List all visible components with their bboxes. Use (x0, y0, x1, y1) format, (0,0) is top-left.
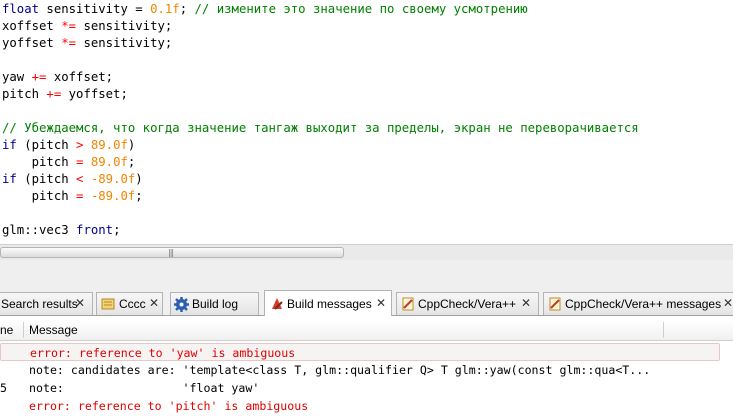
editor-horizontal-scrollbar[interactable]: ||| (0, 244, 733, 260)
tab-build-log[interactable]: Build log (170, 292, 259, 315)
code-token: sensitivity; (76, 19, 173, 33)
message-text: note: candidates are: 'template<class T,… (29, 363, 651, 377)
code-token: yoffset (2, 36, 62, 50)
cccc-icon (101, 297, 115, 314)
message-line-number: 5 (0, 381, 7, 395)
build-messages-list[interactable]: error: reference to 'yaw' is ambiguous no… (0, 341, 733, 416)
column-header-line[interactable]: ne (0, 323, 13, 337)
message-text: error: reference to 'pitch' is ambiguous (29, 399, 309, 413)
message-row[interactable]: 5 note: 'float yaw' (0, 379, 733, 397)
code-token: -89.0f (90, 189, 136, 203)
code-token: += (31, 70, 47, 84)
code-line[interactable]: if (pitch < -89.0f) (2, 171, 143, 188)
code-token: += (46, 87, 62, 101)
column-divider[interactable] (23, 322, 24, 338)
code-token: if (2, 172, 17, 186)
scrollbar-thumb[interactable]: ||| (0, 247, 344, 258)
code-token: (pitch (16, 172, 77, 186)
code-line[interactable]: pitch += yoffset; (2, 86, 128, 103)
code-editor[interactable]: float sensitivity = 0.1f; // измените эт… (0, 0, 733, 244)
code-token: glm::vec3 (2, 223, 77, 237)
code-token: 89.0f (90, 138, 128, 152)
tab-label: Cccc (119, 297, 146, 311)
code-token: if (2, 138, 17, 152)
column-header-message[interactable]: Message (29, 323, 78, 337)
tab-label: CppCheck/Vera++ (418, 297, 517, 311)
close-icon[interactable]: ✕ (723, 296, 733, 310)
code-line[interactable]: if (pitch > 89.0f) (2, 137, 135, 154)
code-token: *= (61, 19, 77, 33)
close-icon[interactable]: ✕ (376, 296, 386, 310)
scrollbar-grip-icon: ||| (168, 248, 174, 257)
tab-label: Build messages (287, 297, 372, 311)
panel-splitter[interactable] (0, 260, 733, 290)
tab-cppcheck-vera-messages[interactable]: CppCheck/Vera++ messages ✕ (543, 292, 733, 315)
code-token: xoffset (2, 19, 62, 33)
message-row[interactable]: note: candidates are: 'template<class T,… (0, 361, 733, 379)
code-token: 89.0f (90, 155, 128, 169)
message-row[interactable]: error: reference to 'yaw' is ambiguous (0, 343, 720, 361)
code-token: yaw (2, 70, 32, 84)
code-token: pitch (2, 189, 77, 203)
code-line[interactable]: pitch = 89.0f; (2, 154, 136, 171)
message-text: note: 'float yaw' (29, 381, 260, 395)
code-token: 0.1f (150, 2, 180, 16)
code-line[interactable]: pitch = -89.0f; (2, 188, 143, 205)
code-line[interactable]: glm::vec3 front; (2, 222, 120, 239)
close-icon[interactable]: ✕ (75, 296, 85, 310)
tab-label: CppCheck/Vera++ messages (565, 297, 722, 311)
tab-label: Build log (192, 297, 239, 311)
code-token: ) (135, 172, 143, 186)
code-token: sensitivity = (39, 2, 151, 16)
messages-list-header: ne Message (0, 320, 733, 341)
tab-cppcheck-vera[interactable]: CppCheck/Vera++ ✕ (396, 292, 539, 315)
code-token: // Убеждаемся, что когда значение тангаж… (2, 121, 639, 135)
code-line[interactable]: // Убеждаемся, что когда значение тангаж… (2, 120, 639, 137)
code-line[interactable]: yaw += xoffset; (2, 69, 113, 86)
code-line[interactable]: float sensitivity = 0.1f; // измените эт… (2, 1, 528, 18)
message-row[interactable]: error: reference to 'pitch' is ambiguous (0, 397, 733, 415)
code-token: ) (127, 138, 136, 152)
code-token: ; (135, 189, 143, 203)
code-token: *= (61, 36, 77, 50)
gear-icon (174, 297, 189, 315)
tab-build-messages[interactable]: Build messages ✕ (264, 290, 392, 316)
code-token: xoffset; (46, 70, 114, 84)
logs-tab-bar: Search results ✕ Cccc ✕ Build log Build … (0, 290, 733, 316)
code-token: yoffset; (61, 87, 128, 101)
close-icon[interactable]: ✕ (521, 296, 531, 310)
code-token: ; (179, 2, 195, 16)
cppcheck-messages-icon (548, 297, 562, 314)
code-line[interactable]: xoffset *= sensitivity; (2, 18, 172, 35)
code-token: pitch (2, 155, 77, 169)
code-token: sensitivity; (76, 36, 173, 50)
code-token: ; (127, 155, 136, 169)
code-line[interactable]: yoffset *= sensitivity; (2, 35, 172, 52)
code-token: -89.0f (90, 172, 136, 186)
column-divider[interactable] (663, 322, 664, 338)
message-text: error: reference to 'yaw' is ambiguous (30, 346, 296, 360)
code-token: (pitch (16, 138, 77, 152)
code-token: pitch (2, 87, 47, 101)
code-token: ; (113, 223, 121, 237)
build-messages-icon (270, 297, 284, 314)
tab-cccc[interactable]: Cccc ✕ (96, 292, 163, 315)
code-token: float (2, 2, 40, 16)
tab-search-results[interactable]: Search results ✕ (0, 292, 93, 315)
cppcheck-icon (401, 297, 415, 314)
code-token: // измените это значение по своему усмот… (194, 2, 528, 16)
close-icon[interactable]: ✕ (149, 296, 159, 310)
tab-label: Search results (1, 297, 78, 311)
code-token: front (76, 223, 114, 237)
